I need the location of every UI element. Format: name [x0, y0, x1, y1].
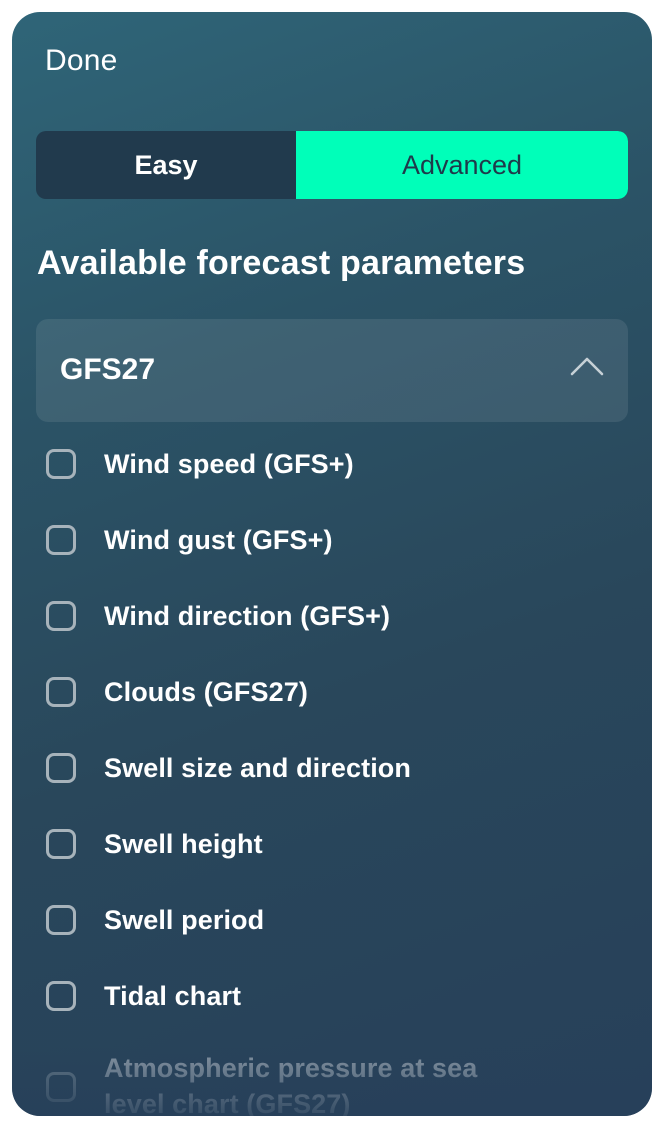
parameter-label: Atmospheric pressure at sea level chart … [104, 1053, 478, 1116]
parameter-label: Swell size and direction [104, 752, 411, 783]
parameter-label: Tidal chart [104, 980, 242, 1011]
section-title: Available forecast parameters [37, 244, 526, 282]
parameter-label: Wind speed (GFS+) [104, 448, 354, 479]
parameter-label: Wind direction (GFS+) [104, 600, 391, 631]
parameter-label: Swell period [104, 904, 265, 935]
checkbox[interactable] [46, 677, 76, 707]
parameter-label: Wind gust (GFS+) [104, 524, 333, 555]
checkbox[interactable] [46, 601, 76, 631]
parameter-item[interactable]: Tidal chart [46, 974, 241, 1018]
parameter-item[interactable]: Wind gust (GFS+) [46, 518, 333, 562]
parameter-item[interactable]: Wind direction (GFS+) [46, 594, 390, 638]
checkbox[interactable] [46, 753, 76, 783]
parameter-item[interactable]: Wind speed (GFS+) [46, 442, 354, 486]
parameter-item[interactable]: Clouds (GFS27) [46, 670, 308, 714]
checkbox[interactable] [46, 1072, 76, 1102]
model-group-header[interactable]: GFS27 [36, 319, 628, 422]
checkbox[interactable] [46, 525, 76, 555]
chevron-up-icon [570, 357, 604, 376]
checkbox[interactable] [46, 449, 76, 479]
checkbox[interactable] [46, 905, 76, 935]
parameter-item[interactable]: Atmospheric pressure at sea level chart … [46, 1050, 534, 1116]
done-button[interactable]: Done [45, 44, 118, 78]
checkbox[interactable] [46, 981, 76, 1011]
mode-easy-button[interactable]: Easy [36, 131, 296, 199]
parameter-item[interactable]: Swell period [46, 898, 264, 942]
parameter-label: Clouds (GFS27) [104, 676, 308, 707]
forecast-settings-panel: Done Easy Advanced Available forecast pa… [12, 12, 652, 1116]
mode-advanced-button[interactable]: Advanced [296, 131, 628, 199]
model-group-title: GFS27 [60, 353, 156, 386]
mode-toggle: Easy Advanced [36, 131, 628, 199]
parameter-item[interactable]: Swell height [46, 822, 263, 866]
parameter-label: Swell height [104, 828, 263, 859]
checkbox[interactable] [46, 829, 76, 859]
parameter-item[interactable]: Swell size and direction [46, 746, 411, 790]
